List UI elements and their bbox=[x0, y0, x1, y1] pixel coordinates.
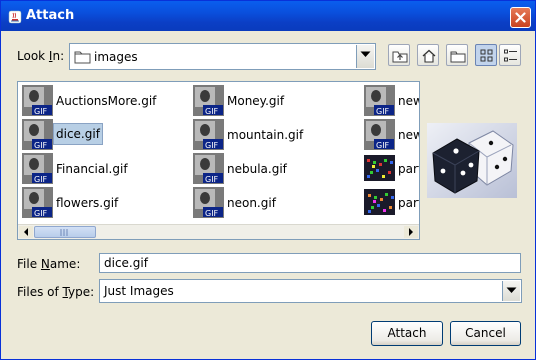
attach-button[interactable]: Attach bbox=[371, 321, 443, 346]
file-list[interactable]: GIF AuctionsMore.gif GIF dice.gif GIF Fi… bbox=[17, 81, 420, 240]
svg-text:GIF: GIF bbox=[34, 209, 48, 218]
details-view-button[interactable] bbox=[499, 44, 521, 66]
gif-file-icon: GIF bbox=[193, 85, 224, 116]
attach-dialog: Attach Look In: images GIF AuctionsMore.… bbox=[0, 0, 536, 360]
up-folder-icon bbox=[392, 51, 408, 63]
close-button[interactable] bbox=[510, 7, 531, 28]
up-folder-button[interactable] bbox=[388, 44, 410, 66]
chevron-down-icon bbox=[506, 287, 517, 293]
scroll-thumb[interactable] bbox=[34, 226, 96, 238]
gif-file-icon: GIF bbox=[22, 119, 53, 150]
gif-file-icon: GIF bbox=[193, 119, 224, 150]
look-in-value: images bbox=[94, 50, 138, 64]
chevron-down-icon bbox=[360, 51, 371, 57]
svg-text:GIF: GIF bbox=[205, 209, 219, 218]
png-file-icon bbox=[364, 187, 395, 218]
gif-file-icon: GIF bbox=[364, 119, 395, 150]
file-name: parti bbox=[398, 196, 419, 210]
file-name: Money.gif bbox=[227, 94, 285, 108]
file-name: parti bbox=[398, 162, 419, 176]
file-name: new bbox=[398, 94, 419, 108]
cancel-button[interactable]: Cancel bbox=[450, 321, 521, 346]
gif-file-icon: GIF bbox=[22, 187, 53, 218]
file-name-label: File Name: bbox=[17, 257, 81, 271]
home-icon bbox=[422, 49, 436, 63]
look-in-combo[interactable]: images bbox=[69, 43, 376, 70]
file-name: nebula.gif bbox=[227, 162, 287, 176]
file-name: mountain.gif bbox=[227, 128, 304, 142]
arrow-left-icon bbox=[24, 228, 28, 236]
horizontal-scrollbar[interactable] bbox=[18, 224, 419, 239]
file-name: dice.gif bbox=[53, 123, 103, 145]
file-type-label: Files of Type: bbox=[17, 285, 95, 299]
new-folder-button[interactable] bbox=[446, 44, 468, 66]
file-type-dropdown-button[interactable] bbox=[502, 281, 520, 301]
svg-text:GIF: GIF bbox=[34, 141, 48, 150]
details-view-icon bbox=[504, 49, 517, 62]
png-file-icon bbox=[364, 153, 395, 184]
look-in-dropdown-button[interactable] bbox=[356, 45, 374, 68]
list-view-icon bbox=[480, 49, 493, 62]
svg-text:GIF: GIF bbox=[376, 107, 390, 116]
gif-file-icon: GIF bbox=[22, 153, 53, 184]
list-view-button[interactable] bbox=[475, 44, 497, 66]
file-name: Financial.gif bbox=[56, 162, 128, 176]
gif-file-icon: GIF bbox=[364, 85, 395, 116]
arrow-right-icon bbox=[409, 228, 413, 236]
gif-file-icon: GIF bbox=[193, 187, 224, 218]
svg-text:GIF: GIF bbox=[205, 107, 219, 116]
file-name: AuctionsMore.gif bbox=[56, 94, 157, 108]
look-in-label: Look In: bbox=[17, 49, 65, 63]
image-preview bbox=[427, 123, 517, 198]
svg-text:GIF: GIF bbox=[205, 141, 219, 150]
java-cup-icon bbox=[8, 9, 22, 24]
file-name: neon.gif bbox=[227, 196, 276, 210]
folder-icon bbox=[74, 49, 91, 68]
svg-text:GIF: GIF bbox=[34, 107, 48, 116]
title-bar[interactable]: Attach bbox=[1, 1, 535, 31]
file-name-input[interactable]: dice.gif bbox=[99, 253, 521, 273]
scroll-right-button[interactable] bbox=[404, 226, 418, 238]
new-folder-icon bbox=[450, 51, 466, 63]
svg-text:GIF: GIF bbox=[205, 175, 219, 184]
file-name: flowers.gif bbox=[56, 196, 119, 210]
file-name: new bbox=[398, 128, 419, 142]
close-icon bbox=[515, 12, 526, 23]
svg-text:GIF: GIF bbox=[34, 175, 48, 184]
file-type-combo[interactable]: Just Images bbox=[99, 279, 522, 303]
gif-file-icon: GIF bbox=[22, 85, 53, 116]
window-title: Attach bbox=[26, 8, 75, 23]
gif-file-icon: GIF bbox=[193, 153, 224, 184]
scroll-left-button[interactable] bbox=[19, 226, 33, 238]
svg-text:GIF: GIF bbox=[376, 141, 390, 150]
home-button[interactable] bbox=[417, 44, 439, 66]
file-type-value: Just Images bbox=[104, 284, 174, 298]
